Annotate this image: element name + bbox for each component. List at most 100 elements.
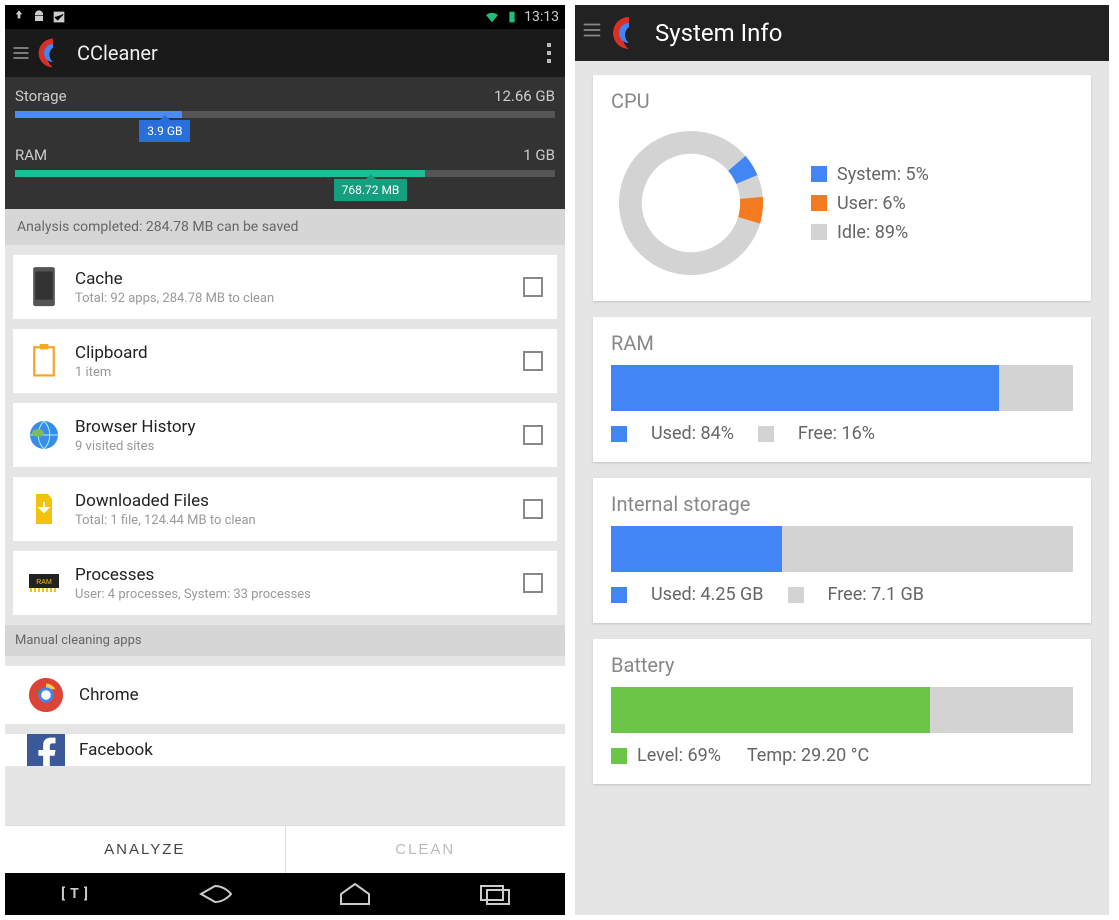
drawer-icon[interactable] — [581, 19, 603, 47]
list-item-downloaded-files[interactable]: Downloaded Files Total: 1 file, 124.44 MB… — [13, 477, 557, 541]
android-icon — [31, 9, 47, 25]
legend-swatch-icon — [811, 195, 827, 211]
ram-total: 1 GB — [523, 146, 555, 164]
usage-panel: Storage 12.66 GB 3.9 GB RAM 1 GB 768.72 … — [5, 77, 565, 209]
app-bar: CCleaner — [5, 29, 565, 77]
analysis-banner: Analysis completed: 284.78 MB can be sav… — [5, 209, 565, 245]
cpu-heading: CPU — [611, 89, 1073, 113]
download-file-icon — [27, 489, 61, 529]
manual-app-title: Facebook — [79, 740, 153, 760]
item-title: Downloaded Files — [75, 491, 509, 511]
list-item-cache[interactable]: Cache Total: 92 apps, 284.78 MB to clean — [13, 255, 557, 319]
cleaning-list: CacheTotal: 92 apps, 284.78 MB to clean … — [5, 245, 565, 825]
storage-hbar — [611, 526, 1073, 572]
upload-icon — [11, 9, 27, 25]
storage-label: Storage — [15, 87, 67, 105]
item-sub: Total: 1 file, 124.44 MB to clean — [75, 513, 509, 528]
ram-used-label: Used: 84% — [651, 423, 734, 444]
cpu-card: CPU System: 5% User: 6% Idle: 89% — [593, 75, 1091, 301]
ram-hbar — [611, 365, 1073, 411]
checkbox[interactable] — [523, 277, 543, 297]
cpu-donut-chart — [611, 123, 771, 283]
storage-card: Internal storage Used: 4.25 GB Free: 7.1… — [593, 478, 1091, 623]
storage-heading: Internal storage — [611, 492, 1073, 516]
storage-total: 12.66 GB — [494, 87, 555, 105]
wifi-icon — [484, 9, 500, 25]
item-title: Processes — [75, 565, 509, 585]
home-icon[interactable] — [325, 881, 385, 907]
status-time: 13:13 — [524, 9, 559, 25]
ram-heading: RAM — [611, 331, 1073, 355]
ccleaner-logo-icon — [35, 35, 71, 71]
drawer-icon[interactable] — [11, 29, 33, 77]
manual-cleaning-header: Manual cleaning apps — [5, 625, 565, 656]
legend-label: System: 5% — [837, 164, 929, 185]
manual-app-facebook[interactable]: Facebook — [5, 734, 565, 766]
ccleaner-logo-icon — [609, 13, 649, 53]
item-sub: User: 4 processes, System: 33 processes — [75, 587, 509, 602]
ram-chip-icon: RAM — [27, 563, 61, 603]
page-title: System Info — [655, 19, 782, 47]
recent-apps-icon[interactable] — [465, 881, 525, 907]
legend-swatch-icon — [758, 426, 774, 442]
item-sub: 9 visited sites — [75, 439, 509, 454]
bottom-action-bar: ANALYZE CLEAN — [5, 825, 565, 873]
clipboard-icon — [27, 341, 61, 381]
clean-button[interactable]: CLEAN — [285, 826, 566, 873]
item-title: Clipboard — [75, 343, 509, 363]
item-sub: Total: 92 apps, 284.78 MB to clean — [75, 291, 509, 306]
analyze-button[interactable]: ANALYZE — [5, 826, 285, 873]
manual-app-title: Chrome — [79, 685, 139, 705]
storage-bar-fill — [15, 111, 182, 118]
phone-icon — [27, 267, 61, 307]
phone-left: 13:13 CCleaner Storage 12.66 GB 3.9 GB R… — [5, 5, 565, 915]
legend-label: Idle: 89% — [837, 222, 908, 243]
item-sub: 1 item — [75, 365, 509, 380]
item-title: Browser History — [75, 417, 509, 437]
list-item-browser-history[interactable]: Browser History 9 visited sites — [13, 403, 557, 467]
storage-used-label: Used: 4.25 GB — [651, 584, 764, 605]
cpu-legend: System: 5% User: 6% Idle: 89% — [811, 164, 929, 243]
legend-swatch-icon — [611, 426, 627, 442]
system-info-cards: CPU System: 5% User: 6% Idle: 89% RAM Us… — [575, 61, 1109, 798]
legend-swatch-icon — [611, 587, 627, 603]
legend-swatch-icon — [611, 748, 627, 764]
storage-bar: 3.9 GB — [15, 111, 555, 118]
android-nav-bar: [ T ] — [5, 873, 565, 915]
legend-swatch-icon — [788, 587, 804, 603]
svg-text:RAM: RAM — [36, 579, 52, 586]
checkbox[interactable] — [523, 573, 543, 593]
chrome-icon — [27, 676, 65, 714]
globe-icon — [27, 415, 61, 455]
manual-app-chrome[interactable]: Chrome — [5, 666, 565, 724]
ram-card: RAM Used: 84% Free: 16% — [593, 317, 1091, 462]
keyboard-toggle-icon[interactable]: [ T ] — [45, 881, 105, 907]
ram-bar-fill — [15, 170, 425, 177]
battery-icon — [504, 9, 520, 25]
battery-temp-label: Temp: 29.20 °C — [747, 745, 869, 766]
app-title: CCleaner — [77, 41, 539, 65]
item-title: Cache — [75, 269, 509, 289]
legend-swatch-icon — [811, 224, 827, 240]
storage-used-tag: 3.9 GB — [139, 120, 190, 142]
facebook-icon — [27, 734, 65, 766]
battery-hbar — [611, 687, 1073, 733]
list-item-clipboard[interactable]: Clipboard 1 item — [13, 329, 557, 393]
checkbox[interactable] — [523, 425, 543, 445]
ram-bar: 768.72 MB — [15, 170, 555, 177]
phone-right: System Info CPU System: 5% User: 6% Idle… — [575, 5, 1109, 915]
storage-hbar-fill — [611, 526, 782, 572]
check-icon — [51, 9, 67, 25]
ram-label: RAM — [15, 146, 47, 164]
overflow-menu-icon[interactable] — [539, 43, 559, 63]
legend-swatch-icon — [811, 166, 827, 182]
system-info-titlebar: System Info — [575, 5, 1109, 61]
legend-label: User: 6% — [837, 193, 906, 214]
checkbox[interactable] — [523, 499, 543, 519]
battery-hbar-fill — [611, 687, 930, 733]
list-item-processes[interactable]: RAM Processes User: 4 processes, System: … — [13, 551, 557, 615]
ram-used-tag: 768.72 MB — [334, 179, 408, 201]
checkbox[interactable] — [523, 351, 543, 371]
back-icon[interactable] — [185, 881, 245, 907]
storage-free-label: Free: 7.1 GB — [828, 584, 925, 605]
